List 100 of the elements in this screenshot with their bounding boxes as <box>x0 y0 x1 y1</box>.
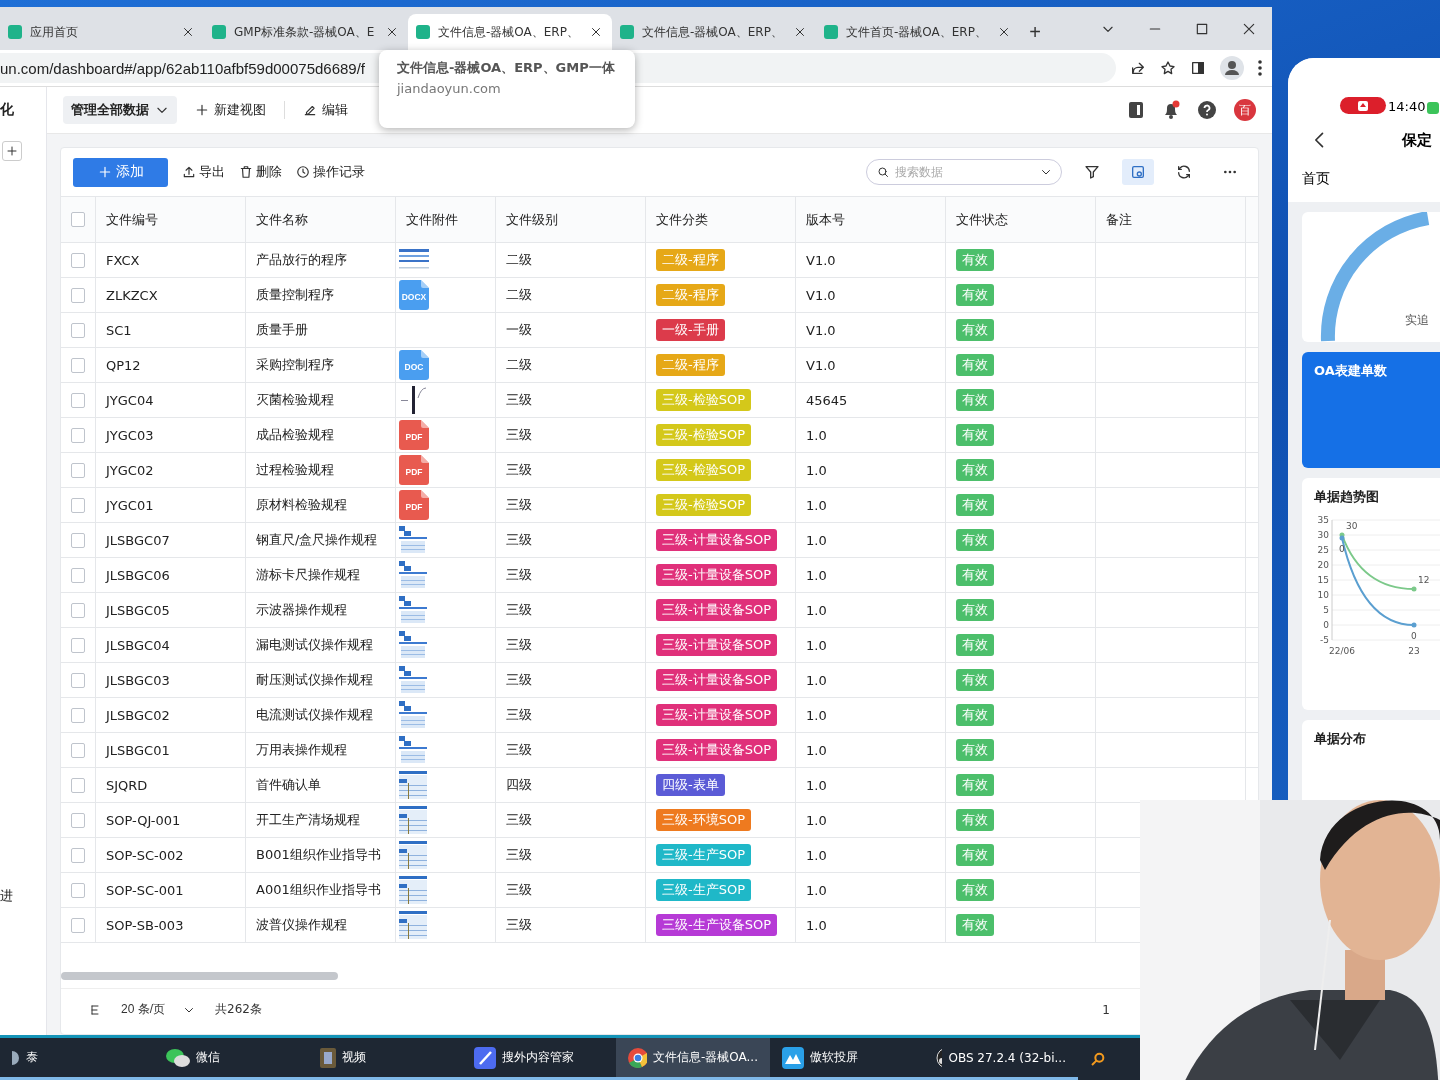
table-cell: QP12 <box>96 348 246 382</box>
status-tag: 有效 <box>956 809 994 831</box>
card-title: 单据趋势图 <box>1314 488 1380 506</box>
taskbar-item[interactable]: 泰 <box>0 1038 154 1080</box>
column-header[interactable]: 文件附件 <box>396 197 496 242</box>
table-cell: 钢直尺/盒尺操作规程 <box>246 523 396 557</box>
table-cell: 三级 <box>496 838 646 872</box>
table-cell: JYGC02 <box>96 453 246 487</box>
new-view-button[interactable]: 新建视图 <box>189 101 272 119</box>
column-header[interactable]: 文件状态 <box>946 197 1096 242</box>
column-header[interactable]: 备注 <box>1096 197 1246 242</box>
taskbar-item[interactable]: 微信 <box>154 1038 308 1080</box>
browser-tab[interactable]: GMP标准条款-器械OA、E <box>204 14 408 50</box>
column-header[interactable]: 文件级别 <box>496 197 646 242</box>
table-cell: JLSBGC05 <box>96 593 246 627</box>
table-cell: 漏电测试仪操作规程 <box>246 628 396 662</box>
axis-label: 15 <box>1317 575 1329 585</box>
column-header[interactable]: 文件名称 <box>246 197 396 242</box>
table-cell: 1.0 <box>796 698 946 732</box>
category-tag: 三级-检验SOP <box>656 424 751 446</box>
file-icon[interactable]: PDF <box>399 490 429 520</box>
table-cell: 采购控制程序 <box>246 348 396 382</box>
toolbar-action[interactable]: 操作记录 <box>296 163 365 181</box>
taskbar-item[interactable]: 视频 <box>308 1038 462 1080</box>
table-cell: JLSBGC01 <box>96 733 246 767</box>
sidebar-title: 化 <box>0 101 14 119</box>
status-tag: 有效 <box>956 284 994 306</box>
column-header[interactable]: 版本号 <box>796 197 946 242</box>
table-cell: 电流测试仪操作规程 <box>246 698 396 732</box>
table-cell: JLSBGC03 <box>96 663 246 697</box>
tooltip-domain: jiandaoyun.com <box>397 81 502 96</box>
axis-label: -5 <box>1320 635 1329 645</box>
phone-tab[interactable]: 首页 <box>1288 162 1440 202</box>
page-number[interactable]: 1 <box>1102 1002 1110 1017</box>
table-cell: 成品检验规程 <box>246 418 396 452</box>
table-cell: 1.0 <box>796 523 946 557</box>
value-label: 12 <box>1418 575 1430 585</box>
table-cell: 产品放行的程序 <box>246 243 396 277</box>
category-tag: 三级-计量设备SOP <box>656 599 777 621</box>
status-tag: 有效 <box>956 844 994 866</box>
category-tag: 三级-计量设备SOP <box>656 739 777 761</box>
table-cell: 1.0 <box>796 768 946 802</box>
table-cell: 三级 <box>496 593 646 627</box>
table-cell: SOP-QJ-001 <box>96 803 246 837</box>
category-tag: 三级-计量设备SOP <box>656 529 777 551</box>
table-cell: 三级 <box>496 698 646 732</box>
new-tab-button[interactable]: + <box>1020 14 1050 50</box>
category-tag: 三级-检验SOP <box>656 389 751 411</box>
table-cell: 万用表操作规程 <box>246 733 396 767</box>
taskbar-item[interactable]: 文件信息-器械OA... <box>616 1038 770 1080</box>
table-cell: 1.0 <box>796 733 946 767</box>
category-tag: 四级-表单 <box>656 774 725 796</box>
browser-tab[interactable]: 应用首页 <box>0 14 204 50</box>
table-cell: 游标卡尺操作规程 <box>246 558 396 592</box>
category-tag: 三级-环境SOP <box>656 809 751 831</box>
column-header[interactable]: 文件编号 <box>96 197 246 242</box>
table-cell: 二级 <box>496 243 646 277</box>
axis-label: 30 <box>1317 530 1329 540</box>
gauge-label: 实追 <box>1405 312 1429 329</box>
axis-label: 0 <box>1323 620 1329 630</box>
toolbar-action[interactable]: 导出 <box>182 163 225 181</box>
table-cell: 三级 <box>496 873 646 907</box>
add-button[interactable]: 添加 <box>73 157 168 187</box>
column-header[interactable]: 文件分类 <box>646 197 796 242</box>
table-cell: 过程检验规程 <box>246 453 396 487</box>
search-field[interactable]: 搜索数据 <box>866 159 1062 185</box>
axis-label: 10 <box>1317 590 1329 600</box>
axis-label: 35 <box>1317 515 1329 525</box>
status-time: 14:40 <box>1388 99 1426 114</box>
table-cell: SC1 <box>96 313 246 347</box>
table-cell: 质量手册 <box>246 313 396 347</box>
table-cell: V1.0 <box>796 313 946 347</box>
status-tag: 有效 <box>956 774 994 796</box>
value-label: 0 <box>1339 544 1345 554</box>
total-count: 共262条 <box>215 1001 262 1018</box>
taskbar-item[interactable]: 傲软投屏 <box>770 1038 924 1080</box>
edit-button[interactable]: 编辑 <box>297 101 354 119</box>
tooltip-title: 文件信息-器械OA、ERP、GMP一体 <box>397 59 616 77</box>
browser-tab[interactable]: 文件信息-器械OA、ERP、 <box>408 14 612 50</box>
table-cell: 波普仪操作规程 <box>246 908 396 942</box>
status-tag: 有效 <box>956 249 994 271</box>
browser-tab[interactable]: 文件首页-器械OA、ERP、 <box>816 14 1020 50</box>
browser-tab[interactable]: 文件信息-器械OA、ERP、 <box>612 14 816 50</box>
table-cell: 开工生产清场规程 <box>246 803 396 837</box>
user-avatar[interactable]: 百 <box>1234 99 1256 121</box>
sidebar-item[interactable]: 进 <box>0 887 13 905</box>
table-cell: 三级 <box>496 383 646 417</box>
card-title: 单据分布 <box>1314 730 1367 748</box>
value-label: 0 <box>1411 631 1417 641</box>
category-tag: 三级-生产设备SOP <box>656 914 777 936</box>
file-icon[interactable]: PDF <box>399 420 429 450</box>
toolbar-action[interactable]: 删除 <box>239 163 282 181</box>
status-tag: 有效 <box>956 389 994 411</box>
table-cell: 三级 <box>496 558 646 592</box>
table-cell: 1.0 <box>796 803 946 837</box>
view-selector[interactable]: 管理全部数据 <box>63 96 177 124</box>
table-cell: 1.0 <box>796 663 946 697</box>
page-size-select[interactable]: 20 条/页 <box>121 1001 195 1018</box>
file-icon[interactable]: PDF <box>399 455 429 485</box>
taskbar-item[interactable]: OBS 27.2.4 (32-bi... <box>924 1038 1078 1080</box>
